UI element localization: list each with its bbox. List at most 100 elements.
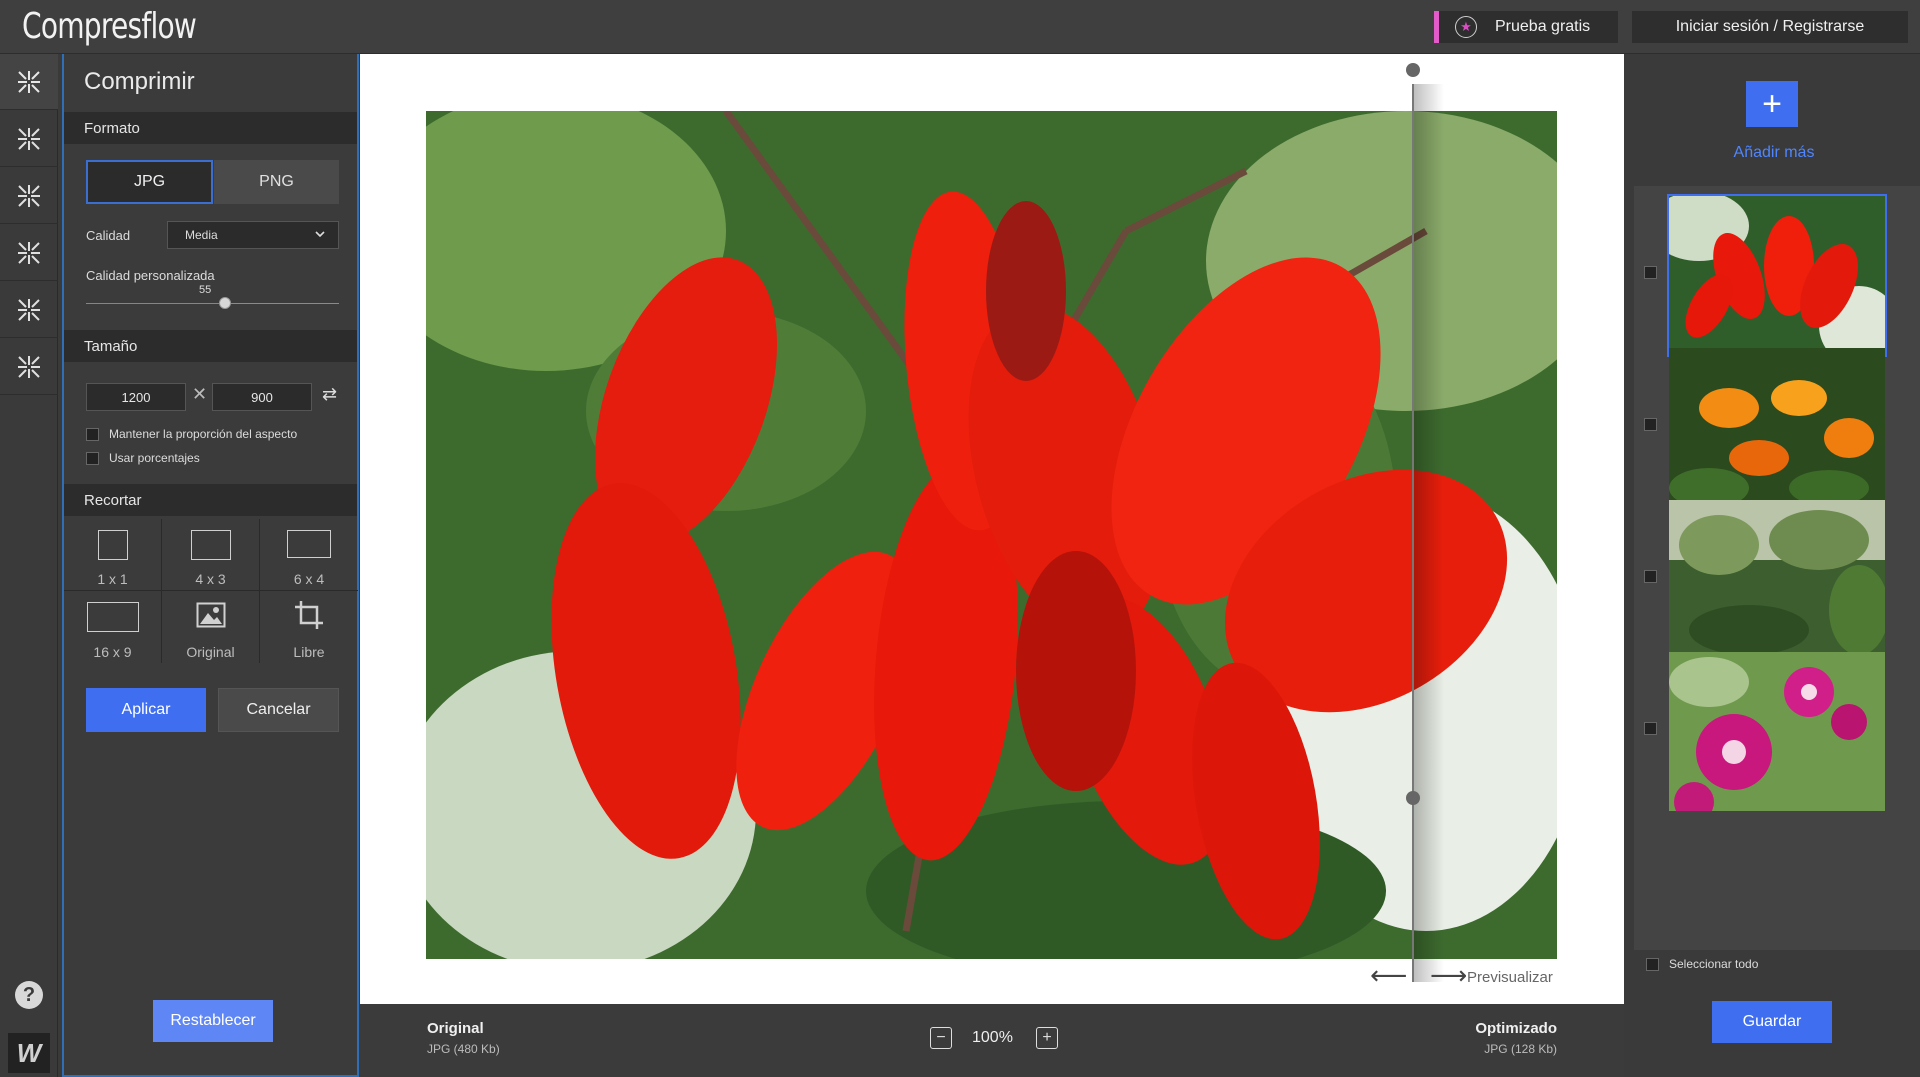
width-input[interactable]: 1200 bbox=[86, 383, 186, 411]
crop-label: 6 x 4 bbox=[293, 571, 325, 587]
arrow-left-icon: ⟵ bbox=[1370, 960, 1408, 990]
keep-aspect-label: Mantener la proporción del aspecto bbox=[109, 427, 298, 441]
compress-tool-icon-4[interactable] bbox=[0, 225, 58, 281]
image-icon bbox=[196, 602, 225, 628]
crop-label: 4 x 3 bbox=[195, 571, 226, 587]
crop-6x4-option[interactable]: 6 x 4 bbox=[260, 519, 358, 591]
thumbnail-list bbox=[1634, 186, 1920, 950]
custom-quality-slider[interactable] bbox=[86, 297, 339, 309]
optimized-info: JPG (128 Kb) bbox=[1484, 1042, 1557, 1056]
crop-original-option[interactable]: Original bbox=[162, 591, 260, 663]
thumbnail-orange-flowers[interactable] bbox=[1667, 346, 1887, 509]
crop-label: Libre bbox=[293, 644, 325, 660]
use-percent-label: Usar porcentajes bbox=[109, 451, 200, 465]
w-logo-icon[interactable]: W bbox=[8, 1033, 50, 1073]
add-more-label[interactable]: Añadir más bbox=[1628, 144, 1920, 162]
list-item[interactable] bbox=[1634, 490, 1920, 662]
list-item[interactable] bbox=[1634, 186, 1920, 358]
format-jpg-button[interactable]: JPG bbox=[86, 160, 213, 204]
quality-label: Calidad bbox=[86, 228, 131, 243]
keep-aspect-checkbox[interactable] bbox=[86, 427, 99, 441]
crop-16x9-option[interactable]: 16 x 9 bbox=[64, 591, 162, 663]
compare-divider-shade bbox=[1414, 84, 1444, 982]
crop-label: Original bbox=[186, 644, 235, 660]
thumbnail-checkbox[interactable] bbox=[1644, 418, 1657, 431]
add-more-button[interactable]: + bbox=[1746, 81, 1798, 127]
chevron-down-icon bbox=[314, 228, 326, 243]
multiply-icon: ✕ bbox=[192, 384, 208, 404]
thumbnail-plantation[interactable] bbox=[1667, 498, 1887, 661]
zoom-level: 100% bbox=[972, 1029, 1013, 1046]
divider-bottom-handle[interactable] bbox=[1406, 791, 1420, 805]
quality-select-value: Media bbox=[185, 228, 218, 242]
thumbnail-checkbox[interactable] bbox=[1644, 722, 1657, 735]
info-bar: Original JPG (480 Kb) − 100% + Optimizad… bbox=[360, 1004, 1624, 1077]
images-panel: + Añadir más Seleccionar todo Guardar bbox=[1628, 54, 1920, 1077]
top-bar: Compresflow ★ Prueba gratis Iniciar sesi… bbox=[0, 0, 1920, 54]
compress-tool-icon-3[interactable] bbox=[0, 168, 58, 224]
compress-tool-icon[interactable] bbox=[0, 54, 58, 110]
crop-section-header: Recortar bbox=[64, 484, 357, 516]
widescreen-icon bbox=[86, 602, 139, 632]
swap-dimensions-icon[interactable]: ⇄ bbox=[322, 384, 337, 405]
crop-4x3-option[interactable]: 4 x 3 bbox=[162, 519, 260, 591]
arrow-right-icon: ⟶ bbox=[1430, 960, 1468, 990]
help-icon[interactable]: ? bbox=[15, 981, 43, 1009]
cancel-button[interactable]: Cancelar bbox=[218, 688, 339, 732]
original-title: Original bbox=[427, 1020, 484, 1037]
crop-label: 16 x 9 bbox=[93, 644, 132, 660]
app-logo[interactable]: Compresflow bbox=[22, 6, 197, 47]
free-trial-label: Prueba gratis bbox=[1495, 18, 1591, 35]
rectangle-icon bbox=[287, 530, 331, 558]
original-info: JPG (480 Kb) bbox=[427, 1042, 500, 1056]
select-all-label: Seleccionar todo bbox=[1669, 957, 1759, 971]
compress-tool-icon-5[interactable] bbox=[0, 282, 58, 338]
optimized-title: Optimizado bbox=[1475, 1020, 1557, 1037]
crop-options-grid: 1 x 1 4 x 3 6 x 4 16 x 9 Original Libre bbox=[64, 519, 358, 665]
compress-tool-icon-6[interactable] bbox=[0, 339, 58, 395]
tool-rail: ? W bbox=[0, 54, 58, 1077]
list-item[interactable] bbox=[1634, 338, 1920, 510]
thumbnail-checkbox[interactable] bbox=[1644, 266, 1657, 279]
compress-settings-panel: Comprimir Formato JPG PNG Calidad Media … bbox=[62, 54, 359, 1077]
square-icon bbox=[97, 530, 128, 560]
slider-fill bbox=[86, 303, 226, 304]
crop-icon bbox=[295, 601, 323, 629]
main-photo bbox=[426, 111, 1557, 959]
list-item[interactable] bbox=[1634, 642, 1920, 814]
apply-button[interactable]: Aplicar bbox=[86, 688, 206, 732]
size-section-header: Tamaño bbox=[64, 330, 357, 362]
height-input[interactable]: 900 bbox=[212, 383, 312, 411]
use-percent-checkbox[interactable] bbox=[86, 451, 99, 465]
crop-label: 1 x 1 bbox=[97, 571, 128, 587]
reset-button[interactable]: Restablecer bbox=[153, 1000, 273, 1042]
flower-photo bbox=[426, 111, 1557, 959]
star-icon: ★ bbox=[1455, 16, 1477, 38]
panel-title: Comprimir bbox=[84, 68, 195, 95]
divider-top-handle[interactable] bbox=[1406, 63, 1420, 77]
custom-quality-value: 55 bbox=[199, 284, 212, 296]
login-register-button[interactable]: Iniciar sesión / Registrarse bbox=[1632, 11, 1908, 43]
thumbnail-pink-flowers[interactable] bbox=[1667, 650, 1887, 813]
preview-label: Previsualizar bbox=[1467, 969, 1553, 986]
crop-1x1-option[interactable]: 1 x 1 bbox=[64, 519, 162, 591]
quality-select[interactable]: Media bbox=[167, 221, 339, 249]
format-png-button[interactable]: PNG bbox=[214, 160, 339, 204]
custom-quality-label: Calidad personalizada bbox=[86, 268, 215, 283]
zoom-out-button[interactable]: − bbox=[930, 1027, 952, 1049]
select-all-checkbox[interactable] bbox=[1646, 957, 1659, 971]
image-canvas: ⟵ ⟶ Previsualizar bbox=[360, 54, 1624, 1004]
compare-divider[interactable] bbox=[1412, 84, 1414, 982]
rectangle-icon bbox=[190, 530, 231, 560]
use-percent-option[interactable]: Usar porcentajes bbox=[86, 451, 200, 465]
select-all-option[interactable]: Seleccionar todo bbox=[1646, 957, 1758, 971]
thumbnail-red-flower[interactable] bbox=[1667, 194, 1887, 357]
compress-tool-icon-2[interactable] bbox=[0, 111, 58, 167]
crop-free-option[interactable]: Libre bbox=[260, 591, 358, 663]
keep-aspect-option[interactable]: Mantener la proporción del aspecto bbox=[86, 427, 297, 441]
save-button[interactable]: Guardar bbox=[1712, 1001, 1832, 1043]
free-trial-button[interactable]: ★ Prueba gratis bbox=[1434, 11, 1618, 43]
zoom-in-button[interactable]: + bbox=[1036, 1027, 1058, 1049]
thumbnail-checkbox[interactable] bbox=[1644, 570, 1657, 583]
slider-handle[interactable] bbox=[219, 297, 232, 309]
